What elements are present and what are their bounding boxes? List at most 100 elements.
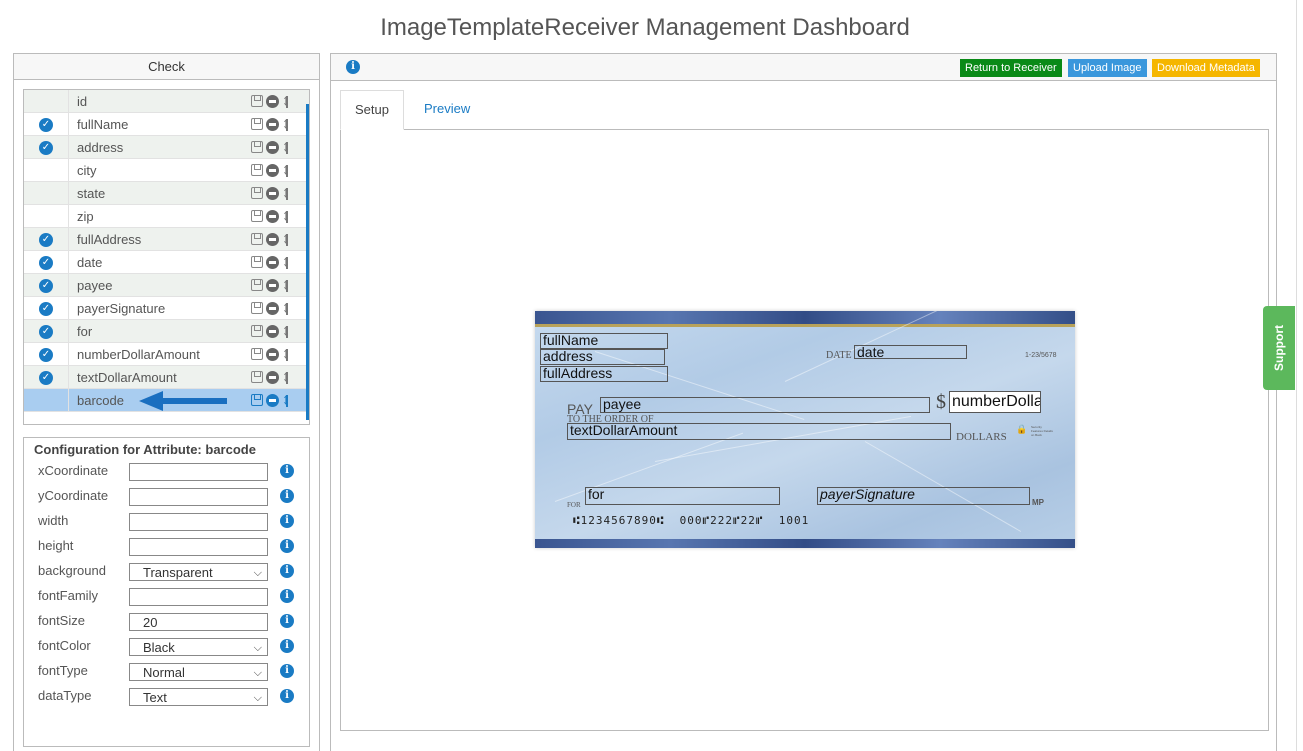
check-field-fullname[interactable]: fullName [540,333,668,349]
save-icon[interactable] [251,95,263,107]
remove-icon[interactable] [266,302,279,315]
attribute-check-cell[interactable]: ✓ [24,343,69,365]
remove-icon[interactable] [266,325,279,338]
drag-handle-icon[interactable] [282,300,291,317]
attribute-check-cell[interactable] [24,90,69,112]
check-circle-icon[interactable]: ✓ [39,256,53,270]
attribute-check-cell[interactable]: ✓ [24,297,69,319]
datatype-select[interactable]: Text ⌵ [129,688,268,706]
background-select[interactable]: Transparent ⌵ [129,563,268,581]
save-icon[interactable] [251,210,263,222]
tab-preview[interactable]: Preview [410,90,484,130]
attribute-check-cell[interactable]: ✓ [24,136,69,158]
check-circle-icon[interactable]: ✓ [39,118,53,132]
save-icon[interactable] [251,233,263,245]
return-to-receiver-button[interactable]: Return to Receiver [960,59,1062,77]
attribute-check-cell[interactable] [24,182,69,204]
tab-setup[interactable]: Setup [340,90,404,130]
drag-handle-icon[interactable] [282,392,291,409]
save-icon[interactable] [251,141,263,153]
check-circle-icon[interactable]: ✓ [39,371,53,385]
attribute-row-state[interactable]: state [24,182,309,205]
save-icon[interactable] [251,348,263,360]
remove-icon[interactable] [266,256,279,269]
check-circle-icon[interactable]: ✓ [39,141,53,155]
attribute-row-payersignature[interactable]: ✓ payerSignature [24,297,309,320]
attribute-row-textdollaramount[interactable]: ✓ textDollarAmount [24,366,309,389]
attribute-row-address[interactable]: ✓ address [24,136,309,159]
fonttype-select[interactable]: Normal ⌵ [129,663,268,681]
drag-handle-icon[interactable] [282,369,291,386]
height-input[interactable] [129,538,268,556]
width-input[interactable] [129,513,268,531]
ycoordinate-input[interactable] [129,488,268,506]
attribute-check-cell[interactable]: ✓ [24,274,69,296]
attribute-check-cell[interactable] [24,159,69,181]
check-circle-icon[interactable]: ✓ [39,233,53,247]
fontsize-input[interactable] [129,613,268,631]
info-icon[interactable]: i [280,589,294,603]
drag-handle-icon[interactable] [282,162,291,179]
save-icon[interactable] [251,302,263,314]
save-icon[interactable] [251,279,263,291]
info-icon[interactable]: i [280,464,294,478]
info-icon[interactable]: i [280,514,294,528]
remove-icon[interactable] [266,233,279,246]
remove-icon[interactable] [266,95,279,108]
drag-handle-icon[interactable] [282,185,291,202]
fontcolor-select[interactable]: Black ⌵ [129,638,268,656]
remove-icon[interactable] [266,394,279,407]
remove-icon[interactable] [266,164,279,177]
attribute-row-numberdollaramount[interactable]: ✓ numberDollarAmount [24,343,309,366]
drag-handle-icon[interactable] [282,231,291,248]
attribute-check-cell[interactable]: ✓ [24,113,69,135]
scrollbar[interactable] [306,104,309,420]
check-field-fulladdress[interactable]: fullAddress [540,366,668,382]
check-field-textdollaramount[interactable]: textDollarAmount [567,423,951,440]
save-icon[interactable] [251,325,263,337]
attribute-row-barcode[interactable]: barcode [24,389,309,412]
info-icon[interactable]: i [280,564,294,578]
attribute-row-fullname[interactable]: ✓ fullName [24,113,309,136]
attribute-row-id[interactable]: id [24,90,309,113]
attribute-row-date[interactable]: ✓ date [24,251,309,274]
drag-handle-icon[interactable] [282,208,291,225]
info-icon[interactable]: i [280,614,294,628]
check-field-address[interactable]: address [540,349,665,365]
info-icon[interactable]: i [280,489,294,503]
info-icon[interactable]: i [280,689,294,703]
check-field-payee[interactable]: payee [600,397,930,413]
check-circle-icon[interactable]: ✓ [39,348,53,362]
download-metadata-button[interactable]: Download Metadata [1152,59,1260,77]
attribute-row-fulladdress[interactable]: ✓ fullAddress [24,228,309,251]
save-icon[interactable] [251,256,263,268]
attribute-check-cell[interactable]: ✓ [24,228,69,250]
remove-icon[interactable] [266,210,279,223]
remove-icon[interactable] [266,348,279,361]
drag-handle-icon[interactable] [282,116,291,133]
page-scrollbar[interactable] [1296,0,1297,751]
remove-icon[interactable] [266,118,279,131]
check-field-numberdollaramount[interactable]: numberDollarAmount [949,391,1041,413]
attribute-check-cell[interactable] [24,205,69,227]
drag-handle-icon[interactable] [282,139,291,156]
save-icon[interactable] [251,371,263,383]
drag-handle-icon[interactable] [282,254,291,271]
attribute-check-cell[interactable]: ✓ [24,320,69,342]
check-field-payersignature[interactable]: payerSignature [817,487,1030,505]
info-icon[interactable]: i [280,664,294,678]
save-icon[interactable] [251,118,263,130]
drag-handle-icon[interactable] [282,323,291,340]
fontfamily-input[interactable] [129,588,268,606]
attribute-check-cell[interactable]: ✓ [24,366,69,388]
support-tab[interactable]: Support [1263,306,1295,390]
attribute-check-cell[interactable] [24,389,69,411]
attribute-row-for[interactable]: ✓ for [24,320,309,343]
remove-icon[interactable] [266,141,279,154]
check-field-date[interactable]: date [854,345,967,359]
save-icon[interactable] [251,394,263,406]
xcoordinate-input[interactable] [129,463,268,481]
check-circle-icon[interactable]: ✓ [39,302,53,316]
info-icon[interactable]: i [280,539,294,553]
check-circle-icon[interactable]: ✓ [39,325,53,339]
